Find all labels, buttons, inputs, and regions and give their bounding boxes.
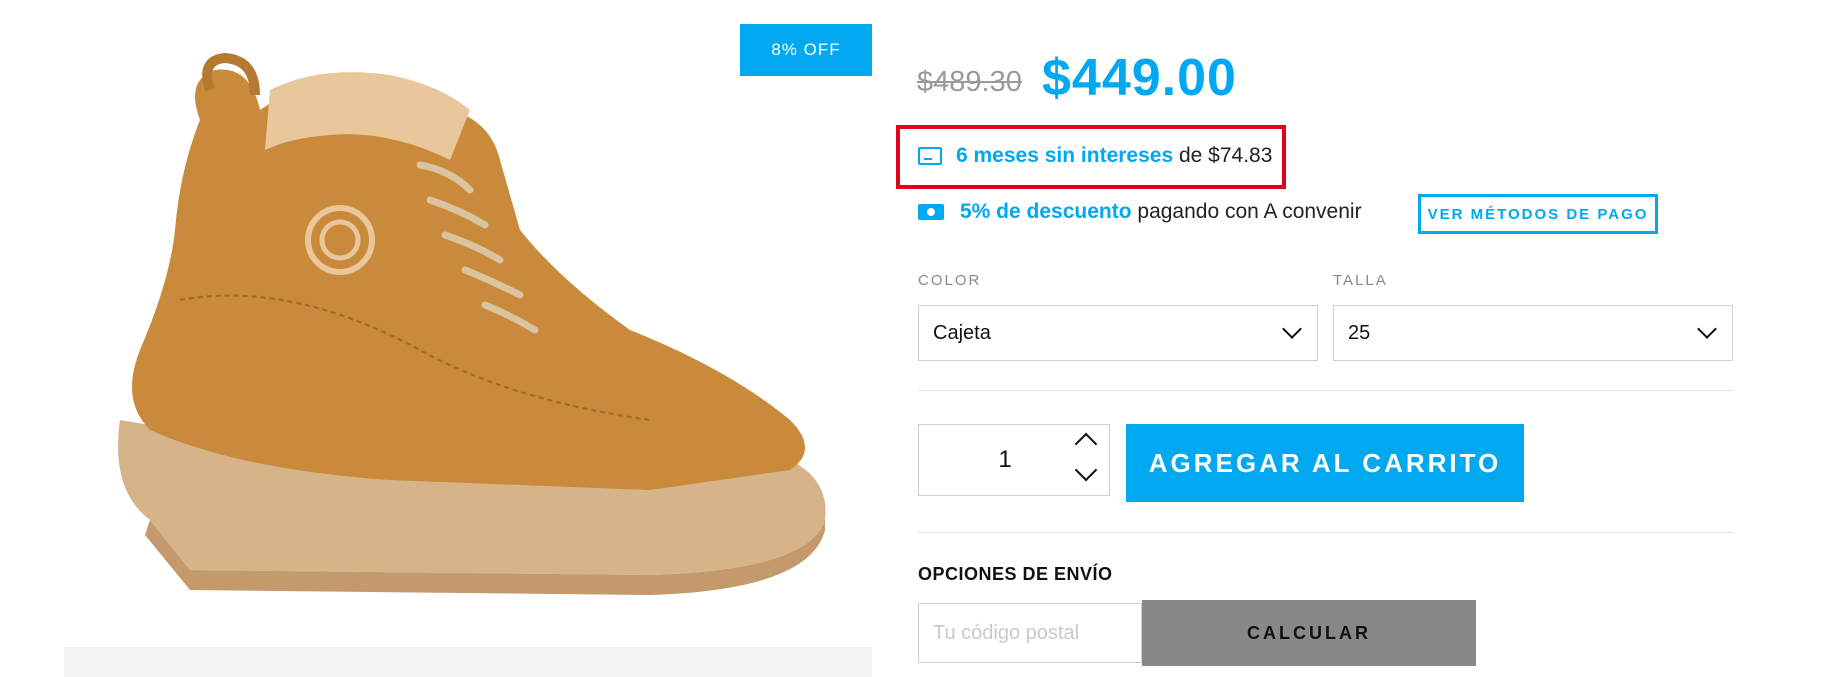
quantity-value[interactable]: 1 (990, 446, 1020, 474)
chevron-down-icon (1282, 319, 1302, 339)
discount-badge: 8% OFF (740, 24, 872, 76)
discount-label: 5% de descuento (960, 200, 1132, 223)
add-to-cart-button[interactable]: AGREGAR AL CARRITO (1126, 424, 1524, 502)
discount-info: 5% de descuento pagando con A convenir (918, 200, 1362, 224)
size-select[interactable]: 25 (1333, 305, 1733, 361)
discount-detail: pagando con A convenir (1131, 200, 1362, 223)
color-select[interactable]: Cajeta (918, 305, 1318, 361)
color-select-value: Cajeta (933, 321, 991, 344)
divider (918, 390, 1733, 391)
size-label: TALLA (1333, 272, 1388, 289)
installments-amount: de $74.83 (1173, 144, 1273, 167)
cash-icon (918, 204, 944, 220)
payment-methods-button[interactable]: VER MÉTODOS DE PAGO (1418, 194, 1658, 234)
size-select-value: 25 (1348, 321, 1371, 344)
shipping-options-title: OPCIONES DE ENVÍO (918, 564, 1113, 584)
installments-info[interactable]: 6 meses sin intereses de $74.83 (918, 144, 1272, 168)
color-label: COLOR (918, 272, 982, 289)
divider (918, 532, 1733, 533)
chevron-down-icon (1697, 319, 1717, 339)
postal-code-input[interactable] (918, 603, 1142, 663)
installments-label: 6 meses sin intereses (956, 144, 1174, 167)
calculate-shipping-button[interactable]: CALCULAR (1142, 600, 1476, 666)
image-strip (64, 647, 872, 677)
original-price: $489.30 (917, 66, 1022, 98)
sale-price: $449.00 (1042, 49, 1237, 107)
credit-card-icon (918, 147, 942, 165)
boot-product-image[interactable] (90, 50, 850, 622)
